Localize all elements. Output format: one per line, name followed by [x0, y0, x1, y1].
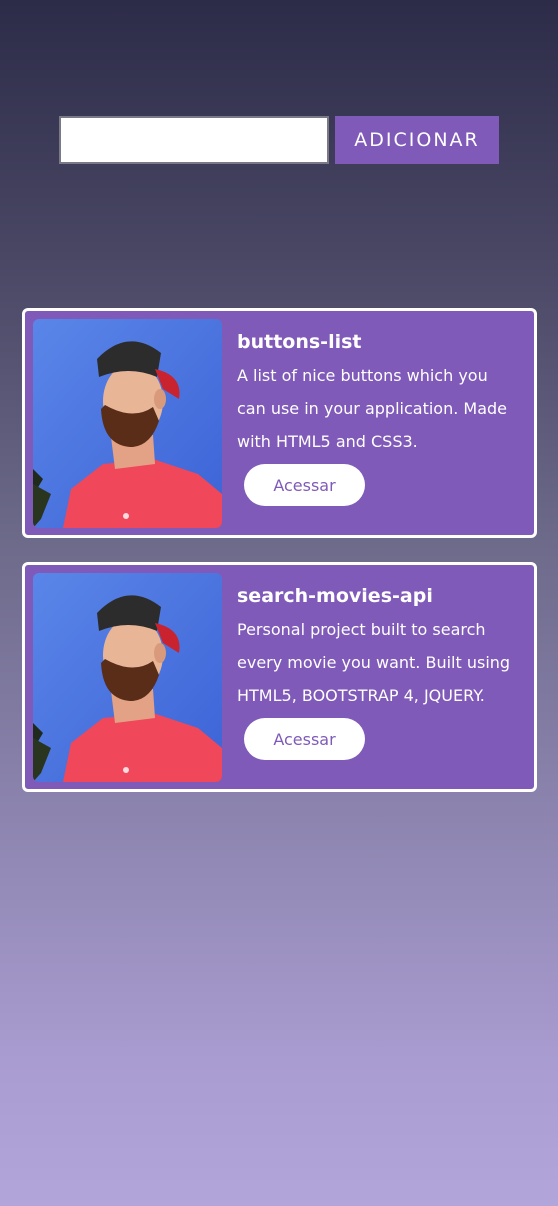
add-project-form: ADICIONAR — [59, 116, 500, 164]
project-info: search-movies-api Personal project built… — [237, 573, 526, 781]
project-photo — [33, 573, 222, 782]
project-card: search-movies-api Personal project built… — [22, 562, 537, 792]
project-photo — [33, 319, 222, 528]
project-title: buttons-list — [237, 331, 362, 353]
project-card: buttons-list A list of nice buttons whic… — [22, 308, 537, 538]
project-description: A list of nice buttons which you can use… — [237, 366, 508, 451]
project-info: buttons-list A list of nice buttons whic… — [237, 319, 526, 527]
access-button[interactable]: Acessar — [244, 464, 365, 506]
add-button[interactable]: ADICIONAR — [335, 116, 499, 164]
access-button[interactable]: Acessar — [244, 718, 365, 760]
project-url-input[interactable] — [59, 116, 329, 164]
project-title: search-movies-api — [237, 585, 433, 607]
project-description: Personal project built to search every m… — [237, 620, 511, 705]
